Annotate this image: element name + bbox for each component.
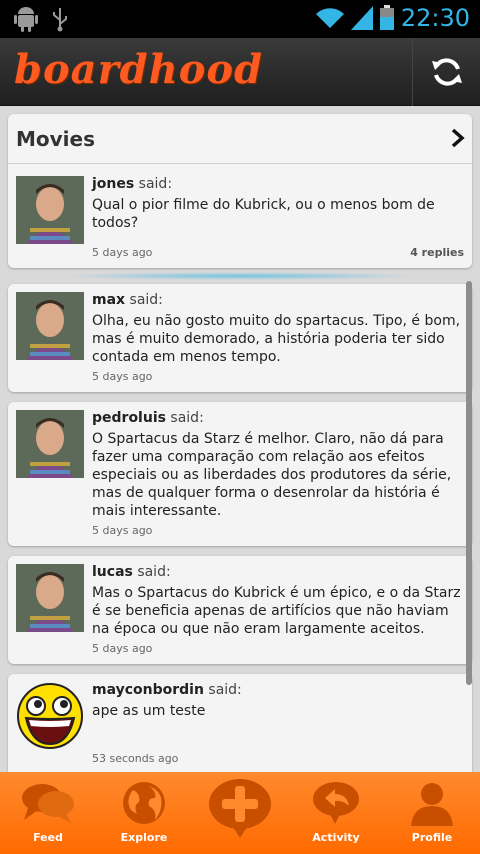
nav-add-post[interactable]	[192, 772, 288, 854]
signal-icon	[350, 6, 373, 30]
replies-count[interactable]: 4 replies	[410, 246, 464, 259]
avatar	[16, 410, 84, 478]
nav-label: Explore	[120, 831, 168, 844]
nav-explore[interactable]: Explore	[96, 772, 192, 854]
plus-bubble-icon	[209, 779, 271, 838]
list-item[interactable]: mayconbordin said: ape as um teste 53 se…	[8, 674, 472, 772]
chat-bubbles-icon	[22, 784, 74, 824]
nav-activity[interactable]: Activity	[288, 772, 384, 854]
post-author[interactable]: pedroluis	[92, 410, 166, 426]
post-body: pedroluis said: O Spartacus da Starz é m…	[92, 410, 464, 520]
avatar	[16, 682, 84, 750]
said-label: said:	[138, 176, 173, 192]
globe-icon	[123, 782, 165, 824]
app-logo: boardhood	[14, 46, 264, 93]
said-label: said:	[137, 564, 171, 580]
person-icon	[411, 783, 453, 826]
reply-bubble-icon	[313, 782, 359, 824]
usb-icon	[53, 8, 67, 32]
post-body: jones said: Qual o pior filme do Kubrick…	[92, 176, 464, 232]
feed-content: Movies jones said: Qual o pior filme do …	[0, 106, 480, 772]
post-text: Mas o Spartacus do Kubrick é um épico, e…	[92, 585, 461, 637]
list-item[interactable]: max said: Olha, eu não gosto muito do sp…	[8, 284, 472, 392]
scrollbar[interactable]	[466, 281, 472, 685]
post-author[interactable]: lucas	[92, 564, 133, 580]
chevron-right-icon[interactable]	[450, 128, 466, 148]
nav-label: Activity	[312, 831, 360, 844]
clock: 22:30	[400, 4, 470, 32]
post-time: 5 days ago	[92, 370, 153, 383]
board-title: Movies	[16, 126, 96, 151]
said-label: said:	[170, 410, 204, 426]
said-label: said:	[129, 292, 163, 308]
nav-profile[interactable]: Profile	[384, 772, 480, 854]
topic-card[interactable]: Movies jones said: Qual o pior filme do …	[8, 114, 472, 268]
bottom-nav: Feed Explore Activity Profile	[0, 772, 480, 854]
refresh-button[interactable]	[412, 38, 480, 106]
said-label: said:	[208, 682, 242, 698]
battery-icon	[379, 5, 394, 30]
post-author[interactable]: mayconbordin	[92, 682, 204, 698]
list-item[interactable]: lucas said: Mas o Spartacus do Kubrick é…	[8, 556, 472, 664]
post-body: max said: Olha, eu não gosto muito do sp…	[92, 292, 464, 366]
wifi-icon	[315, 8, 344, 28]
nav-label: Profile	[411, 831, 453, 844]
post-text: Qual o pior filme do Kubrick, ou o menos…	[92, 197, 435, 231]
nav-feed[interactable]: Feed	[0, 772, 96, 854]
avatar	[16, 564, 84, 632]
post-time: 5 days ago	[92, 524, 153, 537]
post-time: 5 days ago	[92, 246, 153, 259]
avatar	[16, 292, 84, 360]
post-author[interactable]: max	[92, 292, 125, 308]
android-icon	[14, 7, 38, 32]
divider	[60, 272, 420, 280]
post-time: 53 seconds ago	[92, 752, 179, 765]
notification-icons	[14, 6, 68, 32]
nav-label: Feed	[33, 831, 63, 844]
list-item[interactable]: pedroluis said: O Spartacus da Starz é m…	[8, 402, 472, 546]
post-text: ape as um teste	[92, 703, 206, 719]
avatar	[16, 176, 84, 244]
post-time: 5 days ago	[92, 642, 153, 655]
post-text: Olha, eu não gosto muito do spartacus. T…	[92, 313, 461, 365]
post-body: mayconbordin said: ape as um teste	[92, 682, 464, 720]
app-bar: boardhood	[0, 38, 480, 106]
post-text: O Spartacus da Starz é melhor. Claro, nã…	[92, 431, 452, 519]
post-author[interactable]: jones	[92, 176, 134, 192]
status-bar: 22:30	[0, 0, 480, 38]
refresh-icon	[431, 58, 462, 86]
board-header[interactable]: Movies	[8, 114, 472, 164]
post-body: lucas said: Mas o Spartacus do Kubrick é…	[92, 564, 464, 638]
